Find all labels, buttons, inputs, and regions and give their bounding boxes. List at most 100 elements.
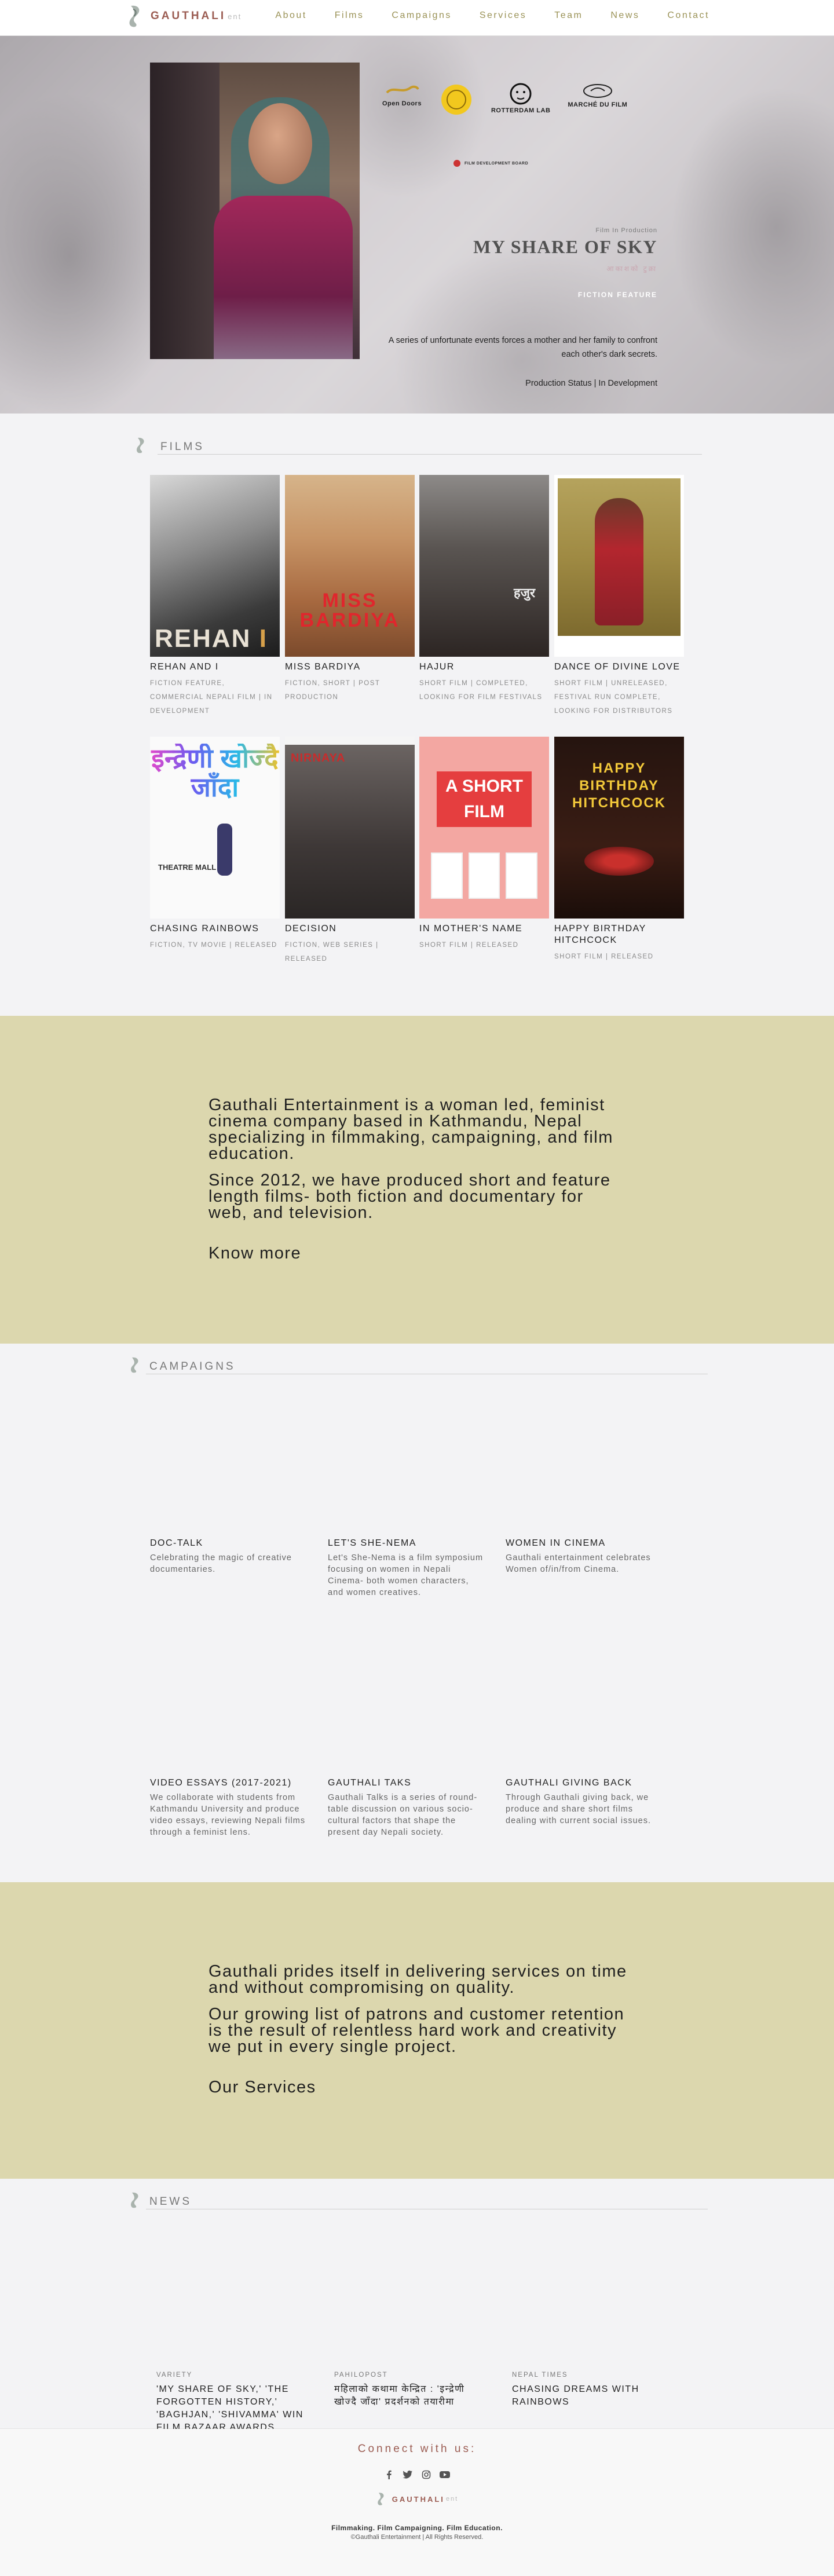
film-card[interactable]: MISS BARDIYA MISS BARDIYA FICTION, SHORT… <box>285 475 415 704</box>
news-source: VARIETY <box>156 2372 193 2379</box>
film-card[interactable]: NIRNAYA DECISION FICTION, WEB SERIES | R… <box>285 737 415 966</box>
film-card[interactable]: HAPPY BIRTHDAY HITCHCOCK HAPPY BIRTHDAY … <box>554 737 684 964</box>
footer-copyright: ©Gauthali Entertainment | All Rights Res… <box>350 2534 484 2541</box>
about-paragraph: Gauthali Entertainment is a woman led, f… <box>209 1096 613 1163</box>
film-title[interactable]: MISS BARDIYA <box>285 661 415 673</box>
site-logo[interactable]: GAUTHALI ent <box>126 3 242 29</box>
film-title[interactable]: HAJUR <box>419 661 549 673</box>
campaign-title[interactable]: DOC-TALK <box>150 1538 306 1549</box>
instagram-icon[interactable] <box>420 2468 433 2481</box>
nav-films[interactable]: Films <box>335 10 364 21</box>
film-poster[interactable]: A SHORT FILM <box>419 737 549 919</box>
news-item[interactable]: VARIETY 'MY SHARE OF SKY,' 'THE FORGOTTE… <box>156 2372 307 2434</box>
campaign-desc: Through Gauthali giving back, we produce… <box>506 1793 651 1825</box>
news-header: NEWS <box>129 2191 708 2209</box>
campaign-card[interactable]: VIDEO ESSAYS (2017-2021) We collaborate … <box>150 1778 306 1838</box>
campaign-title[interactable]: WOMEN IN CINEMA <box>506 1538 662 1549</box>
news-item[interactable]: PAHILOPOST महिलाको कथामा केन्द्रित : 'इन… <box>334 2372 485 2409</box>
twitter-icon[interactable] <box>401 2468 414 2481</box>
hero-title-nepali: आकाशको टुक्रा <box>606 265 657 273</box>
films-header: FILMS <box>134 437 702 455</box>
logo-suffix: ent <box>228 12 242 21</box>
nav-contact[interactable]: Contact <box>667 10 709 21</box>
film-poster[interactable]: HAPPY BIRTHDAY HITCHCOCK <box>554 737 684 919</box>
nav-team[interactable]: Team <box>554 10 583 21</box>
cannes-icon <box>583 84 612 98</box>
services-paragraph: Gauthali prides itself in delivering ser… <box>209 1962 627 1997</box>
film-card[interactable]: इन्द्रेणी खोज्दै जाँदा THEATRE MALL CHAS… <box>150 737 280 952</box>
hero-film-info: Film In Production MY SHARE OF SKY आकाशक… <box>385 227 657 388</box>
film-poster[interactable]: NIRNAYA <box>285 737 415 919</box>
film-title[interactable]: DANCE OF DIVINE LOVE <box>554 661 684 673</box>
poster-title: इन्द्रेणी खोज्दै जाँदा <box>150 744 280 802</box>
nav-services[interactable]: Services <box>480 10 526 21</box>
campaigns-section: CAMPAIGNS DOC-TALK Celebrating the magic… <box>0 1344 834 1882</box>
marche-du-film-logo: MARCHÉ DU FILM <box>568 82 627 108</box>
film-poster[interactable]: इन्द्रेणी खोज्दै जाँदा THEATRE MALL <box>150 737 280 919</box>
film-card[interactable]: हजुर HAJUR SHORT FILM | COMPLETED, LOOKI… <box>419 475 549 704</box>
film-poster[interactable]: MISS BARDIYA <box>285 475 415 657</box>
film-meta: FICTION, TV MOVIE | RELEASED <box>150 942 277 949</box>
film-poster[interactable]: हजुर <box>419 475 549 657</box>
film-title[interactable]: HAPPY BIRTHDAY HITCHCOCK <box>554 923 684 946</box>
youtube-icon[interactable] <box>438 2468 451 2481</box>
hero-kicker: Film In Production <box>595 227 657 234</box>
campaign-title[interactable]: VIDEO ESSAYS (2017-2021) <box>150 1778 306 1788</box>
campaign-card[interactable]: GAUTHALI TAKS Gauthali Talks is a series… <box>328 1778 484 1838</box>
news-item[interactable]: NEPAL TIMES CHASING DREAMS WITH RAINBOWS <box>512 2372 663 2409</box>
film-card[interactable]: REHAN I REHAN AND I FICTION FEATURE, COM… <box>150 475 280 718</box>
footer-logo-suffix: ent <box>445 2496 459 2502</box>
campaign-title[interactable]: GAUTHALI GIVING BACK <box>506 1778 662 1788</box>
campaign-desc: Celebrating the magic of creative docume… <box>150 1553 292 1574</box>
film-title[interactable]: DECISION <box>285 923 415 935</box>
laurel-logo <box>439 82 474 117</box>
services-section: Gauthali prides itself in delivering ser… <box>0 1882 834 2179</box>
facebook-icon[interactable] <box>383 2468 396 2481</box>
hero-film-type: FICTION FEATURE <box>577 291 657 299</box>
connect-heading: Connect with us: <box>357 2443 477 2455</box>
poster-title: हजुर <box>513 586 535 600</box>
swallow-logo-icon <box>131 1357 138 1373</box>
film-title[interactable]: IN MOTHER'S NAME <box>419 923 549 935</box>
news-headline[interactable]: 'MY SHARE OF SKY,' 'THE FORGOTTEN HISTOR… <box>156 2383 307 2434</box>
campaign-title[interactable]: LET'S SHE-NEMA <box>328 1538 484 1549</box>
film-title[interactable]: REHAN AND I <box>150 661 280 673</box>
nav-about[interactable]: About <box>275 10 306 21</box>
film-meta: SHORT FILM | COMPLETED, LOOKING FOR FILM… <box>419 680 543 701</box>
hero-title[interactable]: MY SHARE OF SKY <box>385 236 657 258</box>
film-card[interactable]: A SHORT FILM IN MOTHER'S NAME SHORT FILM… <box>419 737 549 952</box>
poster-title: NIRNAYA <box>291 752 346 764</box>
nav-news[interactable]: News <box>610 10 639 21</box>
campaign-card[interactable]: WOMEN IN CINEMA Gauthali entertainment c… <box>506 1538 662 1575</box>
news-section: NEWS VARIETY 'MY SHARE OF SKY,' 'THE FOR… <box>0 2179 834 2432</box>
film-meta: SHORT FILM | RELEASED <box>554 953 654 960</box>
poster-subtitle: THEATRE MALL <box>158 863 217 872</box>
campaign-card[interactable]: GAUTHALI GIVING BACK Through Gauthali gi… <box>506 1778 662 1827</box>
swallow-logo-icon <box>137 437 144 453</box>
know-more-link[interactable]: Know more <box>209 1244 626 1263</box>
news-source: NEPAL TIMES <box>512 2372 568 2379</box>
news-title: NEWS <box>149 2196 192 2208</box>
news-headline[interactable]: महिलाको कथामा केन्द्रित : 'इन्द्रेणी खोज… <box>334 2383 485 2409</box>
campaign-card[interactable]: LET'S SHE-NEMA Let's She-Nema is a film … <box>328 1538 484 1598</box>
open-doors-logo: Open Doors <box>382 82 422 107</box>
campaign-title[interactable]: GAUTHALI TAKS <box>328 1778 484 1788</box>
campaigns-header: CAMPAIGNS <box>129 1356 708 1374</box>
film-title[interactable]: CHASING RAINBOWS <box>150 923 280 935</box>
tiger-icon <box>510 83 532 105</box>
campaign-desc: Let's She-Nema is a film symposium focus… <box>328 1553 484 1597</box>
films-section: FILMS REHAN I REHAN AND I FICTION FEATUR… <box>0 414 834 1016</box>
festival-logos: Open Doors ROTTERDAM LAB MARCHÉ DU FILM <box>382 82 627 117</box>
swallow-logo-icon <box>131 2192 138 2208</box>
footer-logo[interactable]: GAUTHALI ent <box>0 2491 834 2507</box>
rotterdam-lab-logo: ROTTERDAM LAB <box>491 82 550 114</box>
our-services-link[interactable]: Our Services <box>209 2078 637 2097</box>
news-headline[interactable]: CHASING DREAMS WITH RAINBOWS <box>512 2383 663 2409</box>
film-poster[interactable]: REHAN I <box>150 475 280 657</box>
campaign-card[interactable]: DOC-TALK Celebrating the magic of creati… <box>150 1538 306 1575</box>
film-card[interactable]: DANCE OF DIVINE LOVE SHORT FILM | UNRELE… <box>554 475 684 718</box>
film-poster[interactable] <box>554 475 684 657</box>
nav-campaigns[interactable]: Campaigns <box>392 10 451 21</box>
footer-tagline: Filmmaking. Film Campaigning. Film Educa… <box>331 2524 503 2532</box>
film-meta: FICTION, SHORT | POST PRODUCTION <box>285 680 381 701</box>
